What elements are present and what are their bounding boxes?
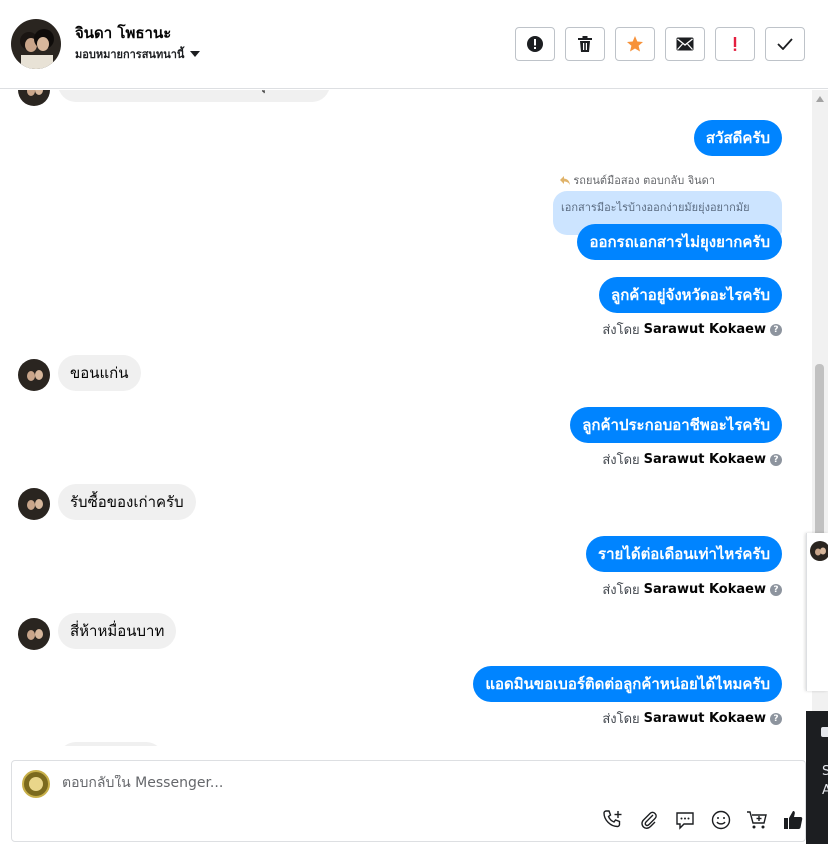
outgoing-message: ลูกค้าประกอบอาชีพอะไรครับ: [570, 407, 782, 443]
reply-context: รถยนต์มือสอง ตอบกลับ จินดา: [560, 171, 715, 189]
check-icon: [777, 38, 793, 50]
sent-by-label: ส่งโดย Sarawut Kokaew ?: [602, 579, 782, 600]
sent-by-prefix: ส่งโดย: [602, 453, 640, 468]
reply-composer: [11, 760, 806, 842]
alert-circle-icon: [527, 36, 543, 52]
incoming-message: ขอนแก่น: [58, 355, 141, 391]
assign-conversation-dropdown[interactable]: มอบหมายการสนทนานี้: [75, 45, 201, 63]
sender-name: Sarawut Kokaew: [643, 452, 766, 467]
incoming-message-partial: [58, 742, 164, 746]
add-to-cart-button[interactable]: [744, 807, 770, 833]
incoming-message: รับซื้อของเก่าครับ: [58, 484, 196, 520]
sent-by-prefix: ส่งโดย: [602, 712, 640, 727]
phone-plus-icon: [603, 810, 622, 828]
contact-avatar-small: [18, 618, 50, 650]
page-avatar: [22, 770, 50, 798]
sender-name: Sarawut Kokaew: [643, 322, 766, 337]
calendar-icon: [821, 727, 828, 737]
like-button[interactable]: [780, 807, 806, 833]
emoji-button[interactable]: [708, 807, 734, 833]
trash-icon: [578, 36, 592, 52]
report-spam-button[interactable]: [515, 27, 555, 61]
delete-button[interactable]: [565, 27, 605, 61]
outgoing-message: ออกรถเอกสารไม่ยุงยากครับ: [577, 224, 782, 260]
outgoing-message: สวัสดีครับ: [693, 120, 782, 156]
toast-text-line1: S: [822, 764, 828, 779]
add-call-button[interactable]: [600, 807, 626, 833]
saved-replies-button[interactable]: [672, 807, 698, 833]
outgoing-message: แอดมินขอเบอร์ติดต่อลูกค้าหน่อยได้ไหมครับ: [473, 666, 782, 702]
header-actions: [515, 27, 805, 61]
contact-avatar-small: [18, 90, 50, 106]
assign-label: มอบหมายการสนทนานี้: [75, 48, 185, 61]
sender-name: Sarawut Kokaew: [643, 711, 766, 726]
sent-by-label: ส่งโดย Sarawut Kokaew ?: [602, 449, 782, 470]
toast-text-line2: A: [822, 783, 828, 798]
help-icon[interactable]: ?: [770, 712, 782, 725]
contact-name[interactable]: จินดา โพธานะ: [75, 21, 171, 45]
mark-unread-button[interactable]: [665, 27, 705, 61]
outgoing-message: ลูกค้าอยู่จังหวัดอะไรครับ: [599, 277, 782, 313]
caret-down-icon: [190, 51, 201, 57]
chat-bubble-icon: [676, 812, 694, 830]
sent-by-prefix: ส่งโดย: [602, 323, 640, 338]
mark-done-button[interactable]: [765, 27, 805, 61]
sent-by-prefix: ส่งโดย: [602, 583, 640, 598]
help-icon[interactable]: ?: [770, 583, 782, 596]
smiley-icon: [711, 810, 731, 830]
sent-by-label: ส่งโดย Sarawut Kokaew ?: [602, 708, 782, 729]
cart-plus-icon: [747, 811, 767, 829]
contact-avatar-small: [810, 541, 828, 561]
sender-name: Sarawut Kokaew: [643, 582, 766, 597]
attach-button[interactable]: [636, 807, 662, 833]
outgoing-message: รายได้ต่อเดือนเท่าไหร่ครับ: [586, 536, 782, 572]
contact-avatar-small: [18, 488, 50, 520]
chat-head-popup[interactable]: [806, 533, 828, 691]
reply-arrow-icon: [560, 175, 571, 185]
envelope-icon: [676, 37, 694, 51]
reply-input[interactable]: [62, 775, 602, 791]
help-icon[interactable]: ?: [770, 453, 782, 466]
thumbs-up-icon: [784, 811, 803, 829]
conversation-header: จินดา โพธานะ มอบหมายการสนทนานี้: [0, 0, 828, 89]
follow-up-button[interactable]: [715, 27, 755, 61]
notification-toast[interactable]: S A: [806, 711, 828, 844]
contact-avatar[interactable]: [11, 19, 61, 69]
incoming-message: สี่ห้าหมื่อนบาท: [58, 613, 177, 649]
composer-toolbar: [600, 807, 806, 833]
incoming-message: เอกสารมีอะไรบ้างออกง่ายมัยยุ่งยากมัย: [58, 90, 331, 102]
message-thread[interactable]: เอกสารมีอะไรบ้างออกง่ายมัยยุ่งยากมัย สวั…: [0, 90, 812, 746]
paperclip-icon: [641, 811, 657, 829]
exclamation-icon: [733, 37, 737, 51]
star-button[interactable]: [615, 27, 655, 61]
reply-context-text: รถยนต์มือสอง ตอบกลับ จินดา: [573, 174, 715, 187]
star-icon: [627, 36, 643, 52]
scroll-up-arrow-icon[interactable]: [816, 96, 824, 102]
help-icon[interactable]: ?: [770, 323, 782, 336]
contact-avatar-small: [18, 359, 50, 391]
sent-by-label: ส่งโดย Sarawut Kokaew ?: [602, 319, 782, 340]
